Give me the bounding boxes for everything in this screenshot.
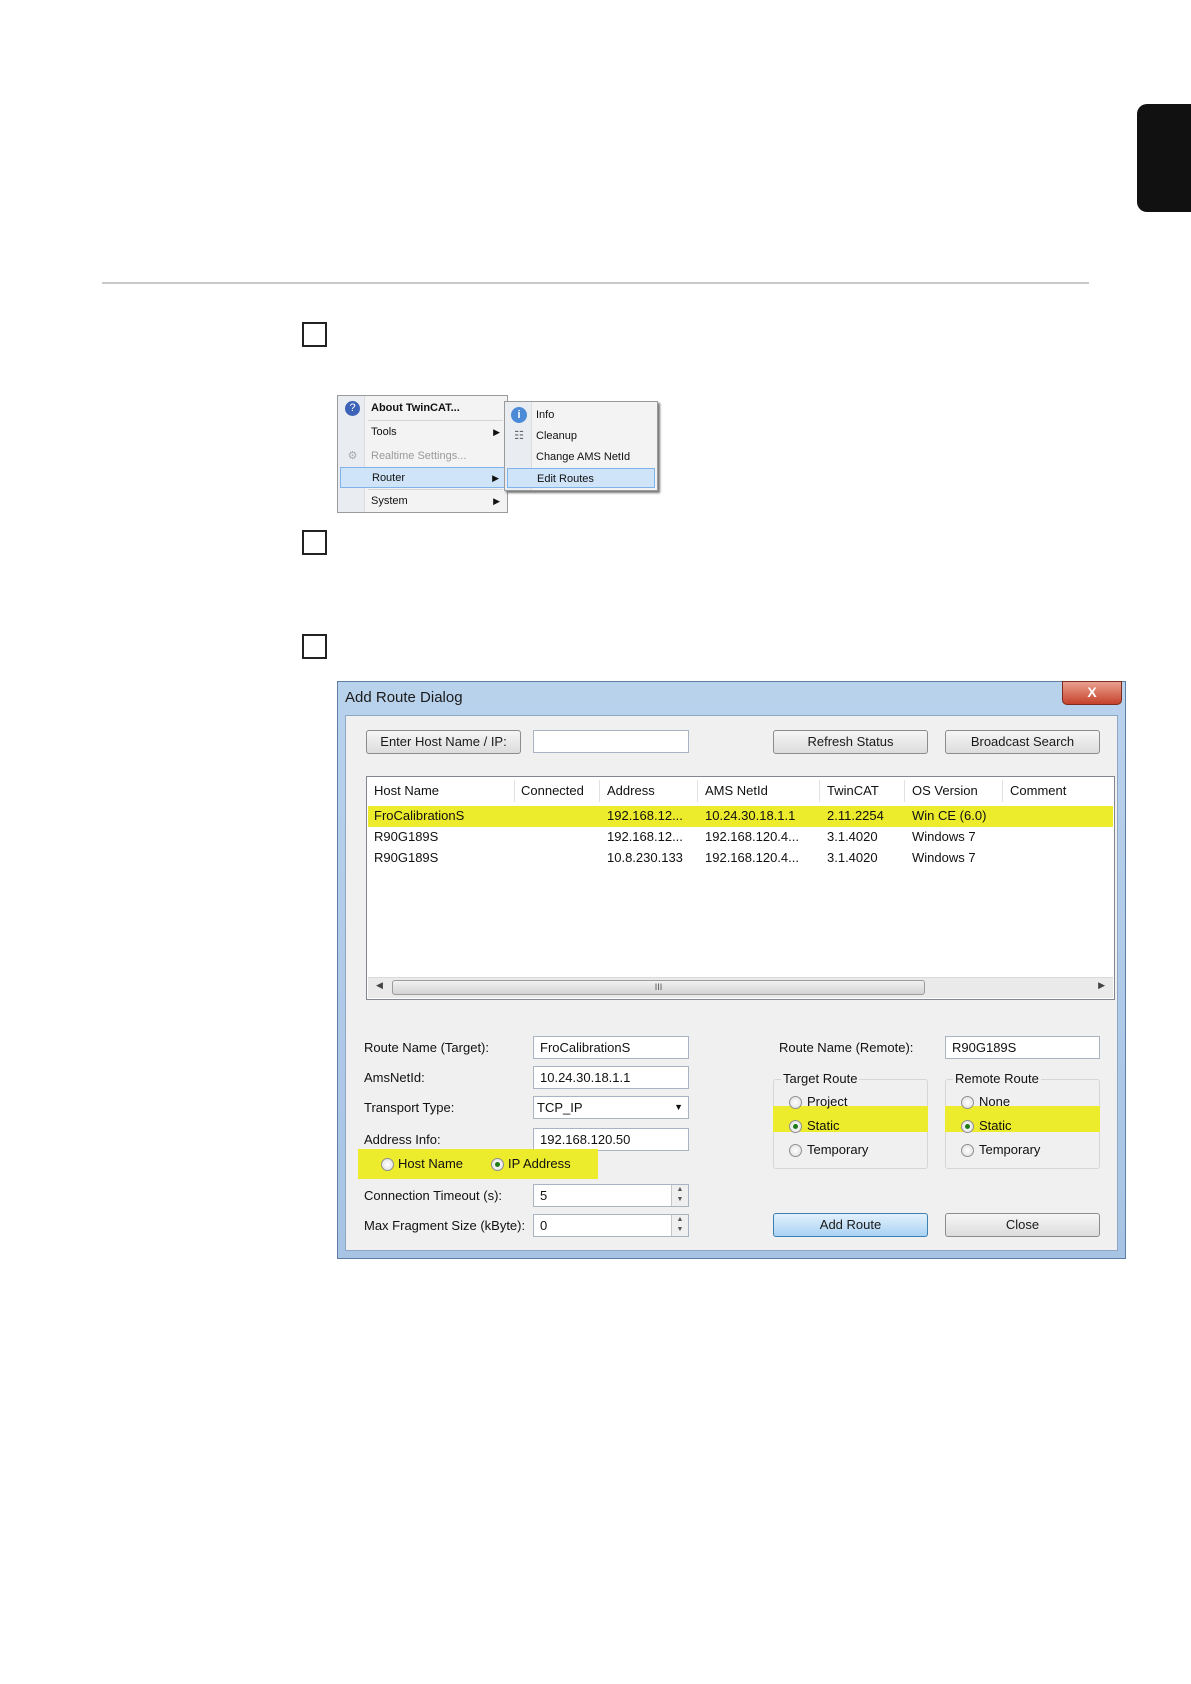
transport-type-label: Transport Type: bbox=[364, 1100, 455, 1115]
submenu-item-cleanup[interactable]: ☷ Cleanup bbox=[507, 426, 655, 446]
host-list-view[interactable]: Host Name Connected Address AMS NetId Tw… bbox=[366, 776, 1115, 1000]
column-header-twincat[interactable]: TwinCAT bbox=[827, 783, 879, 798]
chapter-tab-marker bbox=[1137, 104, 1191, 212]
remote-static-radio[interactable] bbox=[961, 1120, 974, 1133]
menu-item-system[interactable]: System ▶ bbox=[340, 491, 505, 512]
enter-host-button[interactable]: Enter Host Name / IP: bbox=[366, 730, 521, 754]
host-ip-input[interactable] bbox=[533, 730, 689, 753]
submenu-item-info[interactable]: i Info bbox=[507, 405, 655, 425]
target-static-radio[interactable] bbox=[789, 1120, 802, 1133]
twincat-context-menu: ? About TwinCAT... Tools ▶ ⚙ Realtime Se… bbox=[337, 395, 508, 513]
menu-item-router[interactable]: Router ▶ bbox=[340, 467, 505, 488]
dialog-titlebar: Add Route Dialog X bbox=[338, 681, 1125, 714]
question-icon: ? bbox=[345, 401, 360, 416]
column-header-ams-netid[interactable]: AMS NetId bbox=[705, 783, 768, 798]
remote-none-radio[interactable] bbox=[961, 1096, 974, 1109]
amsnetid-label: AmsNetId: bbox=[364, 1070, 425, 1085]
info-icon: i bbox=[511, 407, 527, 423]
submenu-arrow-icon: ▶ bbox=[492, 473, 499, 483]
target-temporary-radio[interactable] bbox=[789, 1144, 802, 1157]
ip-address-radio[interactable] bbox=[491, 1158, 504, 1171]
router-submenu: i Info ☷ Cleanup Change AMS NetId Edit R… bbox=[504, 401, 658, 491]
amsnetid-input[interactable]: 10.24.30.18.1.1 bbox=[533, 1066, 689, 1089]
remote-route-title: Remote Route bbox=[953, 1071, 1041, 1086]
timeout-spinner[interactable]: ▲ ▼ bbox=[671, 1185, 688, 1206]
transport-type-value: TCP_IP bbox=[537, 1100, 583, 1115]
address-info-input[interactable]: 192.168.120.50 bbox=[533, 1128, 689, 1151]
remote-none-label: None bbox=[979, 1094, 1011, 1109]
route-name-remote-label: Route Name (Remote): bbox=[779, 1040, 914, 1055]
remote-temporary-label: Temporary bbox=[979, 1142, 1041, 1157]
step-checkbox-1 bbox=[302, 322, 327, 347]
ip-address-option-label: IP Address bbox=[508, 1156, 571, 1171]
max-fragment-size-label: Max Fragment Size (kByte): bbox=[364, 1218, 526, 1233]
route-name-target-input[interactable]: FroCalibrationS bbox=[533, 1036, 689, 1059]
column-header-address[interactable]: Address bbox=[607, 783, 655, 798]
max-fragment-size-input[interactable]: 0 ▲ ▼ bbox=[533, 1214, 689, 1237]
submenu-arrow-icon: ▶ bbox=[493, 427, 500, 437]
menu-item-tools[interactable]: Tools ▶ bbox=[340, 422, 505, 443]
column-header-host-name[interactable]: Host Name bbox=[374, 783, 439, 798]
section-divider bbox=[102, 282, 1089, 284]
close-button[interactable]: Close bbox=[945, 1213, 1100, 1237]
scroll-left-icon[interactable]: ◀ bbox=[376, 980, 383, 991]
add-route-button[interactable]: Add Route bbox=[773, 1213, 928, 1237]
table-row[interactable]: R90G189S 192.168.12... 192.168.120.4... … bbox=[368, 827, 1113, 848]
route-name-target-label: Route Name (Target): bbox=[364, 1040, 489, 1055]
settings-icon: ⚙ bbox=[347, 450, 358, 462]
connection-timeout-label: Connection Timeout (s): bbox=[364, 1188, 503, 1203]
target-project-label: Project bbox=[807, 1094, 848, 1109]
connection-timeout-value: 5 bbox=[540, 1188, 548, 1203]
step-checkbox-2 bbox=[302, 530, 327, 555]
scroll-right-icon[interactable]: ▶ bbox=[1098, 980, 1105, 991]
transport-type-select[interactable]: TCP_IP ▼ bbox=[533, 1096, 689, 1119]
address-info-label: Address Info: bbox=[364, 1132, 441, 1147]
broadcast-search-button[interactable]: Broadcast Search bbox=[945, 730, 1100, 754]
max-fragment-size-value: 0 bbox=[540, 1218, 548, 1233]
step-checkbox-3 bbox=[302, 634, 327, 659]
host-name-option-label: Host Name bbox=[398, 1156, 464, 1171]
host-name-radio[interactable] bbox=[381, 1158, 394, 1171]
fragment-spinner[interactable]: ▲ ▼ bbox=[671, 1215, 688, 1236]
horizontal-scrollbar[interactable]: ◀ III ▶ bbox=[368, 977, 1113, 998]
remote-temporary-radio[interactable] bbox=[961, 1144, 974, 1157]
scrollbar-thumb[interactable]: III bbox=[392, 980, 925, 995]
column-header-os-version[interactable]: OS Version bbox=[912, 783, 978, 798]
cleanup-icon: ☷ bbox=[514, 430, 524, 442]
chevron-down-icon: ▼ bbox=[674, 1102, 683, 1112]
menu-item-realtime-settings[interactable]: ⚙ Realtime Settings... bbox=[340, 446, 505, 467]
submenu-item-change-ams-netid[interactable]: Change AMS NetId bbox=[507, 447, 655, 467]
target-static-label: Static bbox=[807, 1118, 840, 1133]
target-project-radio[interactable] bbox=[789, 1096, 802, 1109]
refresh-status-button[interactable]: Refresh Status bbox=[773, 730, 928, 754]
column-header-connected[interactable]: Connected bbox=[521, 783, 584, 798]
target-temporary-label: Temporary bbox=[807, 1142, 869, 1157]
connection-timeout-input[interactable]: 5 ▲ ▼ bbox=[533, 1184, 689, 1207]
submenu-arrow-icon: ▶ bbox=[493, 496, 500, 506]
dialog-title: Add Route Dialog bbox=[345, 689, 463, 706]
window-close-button[interactable]: X bbox=[1062, 681, 1122, 705]
table-row[interactable]: FroCalibrationS 192.168.12... 10.24.30.1… bbox=[368, 806, 1113, 827]
table-row[interactable]: R90G189S 10.8.230.133 192.168.120.4... 3… bbox=[368, 848, 1113, 869]
add-route-dialog: Add Route Dialog X Enter Host Name / IP:… bbox=[337, 681, 1126, 1259]
remote-static-label: Static bbox=[979, 1118, 1012, 1133]
menu-item-about[interactable]: ? About TwinCAT... bbox=[340, 398, 505, 419]
submenu-item-edit-routes[interactable]: Edit Routes bbox=[507, 468, 655, 488]
column-header-comment[interactable]: Comment bbox=[1010, 783, 1066, 798]
route-name-remote-input[interactable]: R90G189S bbox=[945, 1036, 1100, 1059]
dialog-client-area: Enter Host Name / IP: Refresh Status Bro… bbox=[345, 715, 1118, 1251]
target-route-title: Target Route bbox=[781, 1071, 860, 1086]
